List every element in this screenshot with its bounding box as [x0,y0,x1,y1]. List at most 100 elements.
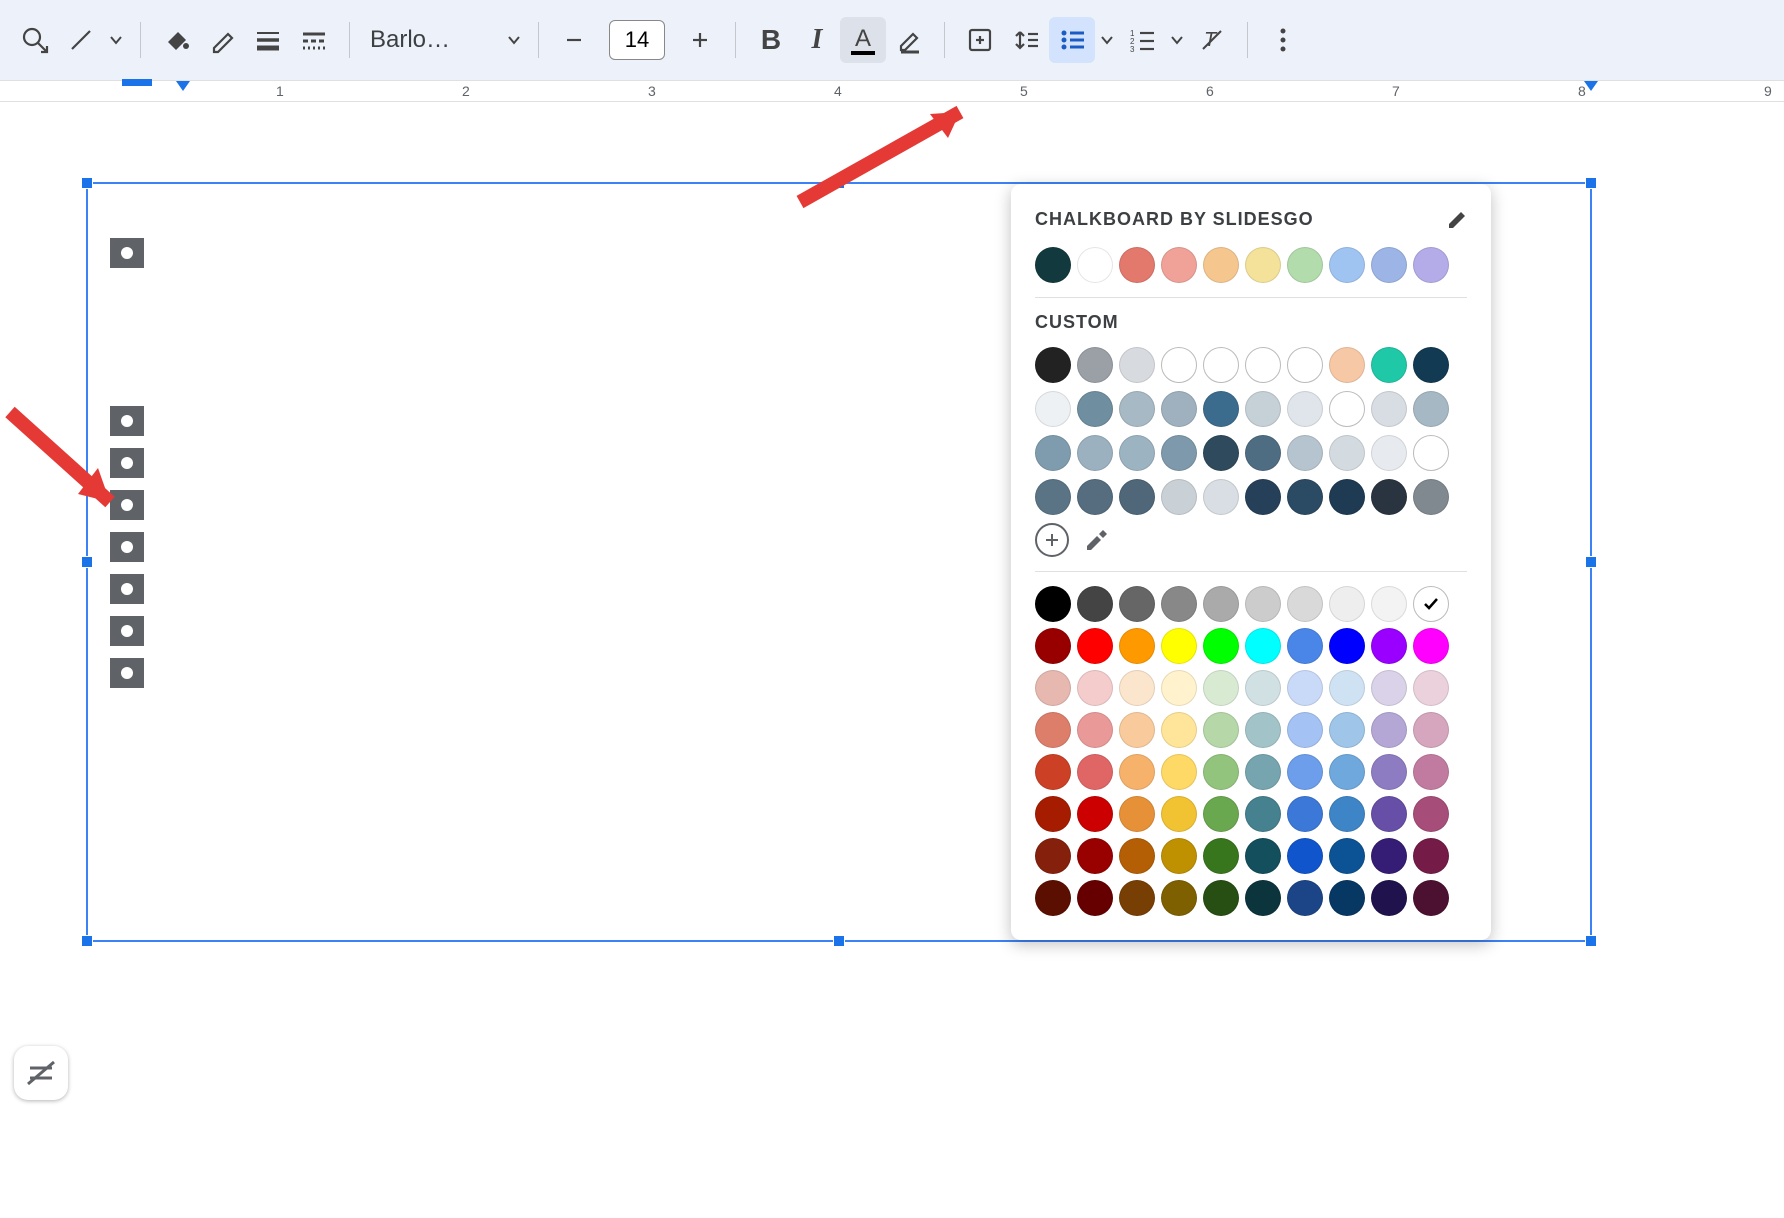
color-swatch[interactable] [1413,670,1449,706]
color-swatch[interactable] [1203,391,1239,427]
color-swatch[interactable] [1161,347,1197,383]
font-family-dropdown[interactable] [502,17,526,63]
color-swatch[interactable] [1203,838,1239,874]
clear-formatting-button[interactable]: T [1189,17,1235,63]
color-swatch[interactable] [1119,880,1155,916]
color-swatch[interactable] [1245,586,1281,622]
color-swatch[interactable] [1413,586,1449,622]
color-swatch[interactable] [1203,796,1239,832]
bulleted-list-dropdown[interactable] [1095,17,1119,63]
color-swatch[interactable] [1035,347,1071,383]
sub-list-item[interactable]: Testing [270,358,838,400]
color-swatch[interactable] [1413,880,1449,916]
color-swatch[interactable] [1413,712,1449,748]
indent-marker-first[interactable] [122,79,152,86]
color-swatch[interactable] [1119,712,1155,748]
color-swatch[interactable] [1035,838,1071,874]
color-swatch[interactable] [1119,796,1155,832]
color-swatch[interactable] [1287,754,1323,790]
list-item[interactable]: Infographic elements set in blackboard s… [110,526,838,568]
vectors-list[interactable]: Back to school background in blackboard … [110,232,838,694]
color-swatch[interactable] [1371,754,1407,790]
color-swatch[interactable] [1203,247,1239,283]
color-swatch[interactable] [1287,880,1323,916]
color-swatch[interactable] [1413,754,1449,790]
color-swatch[interactable] [1329,479,1365,515]
color-swatch[interactable] [1329,586,1365,622]
decrease-font-size[interactable] [551,17,597,63]
color-swatch[interactable] [1287,586,1323,622]
select-shape-button[interactable] [12,17,58,63]
color-swatch[interactable] [1035,880,1071,916]
color-swatch[interactable] [1035,670,1071,706]
color-swatch[interactable] [1413,247,1449,283]
color-swatch[interactable] [1203,754,1239,790]
color-swatch[interactable] [1161,479,1197,515]
color-swatch[interactable] [1245,247,1281,283]
color-swatch[interactable] [1329,754,1365,790]
color-swatch[interactable] [1035,586,1071,622]
color-swatch[interactable] [1371,435,1407,471]
color-swatch[interactable] [1287,435,1323,471]
numbered-list-dropdown[interactable] [1165,17,1189,63]
color-swatch[interactable] [1119,479,1155,515]
color-swatch[interactable] [1161,880,1197,916]
sub-list-item[interactable]: Mini list [270,274,838,316]
color-swatch[interactable] [1203,712,1239,748]
color-swatch[interactable] [1245,712,1281,748]
color-swatch[interactable] [1077,712,1113,748]
color-swatch[interactable] [1413,435,1449,471]
bulleted-list-button[interactable] [1049,17,1095,63]
color-swatch[interactable] [1245,479,1281,515]
color-swatch[interactable] [1161,586,1197,622]
color-swatch[interactable] [1329,838,1365,874]
color-swatch[interactable] [1371,838,1407,874]
list-item[interactable]: Maths realistic chalkboard background [110,400,838,442]
color-swatch[interactable] [1035,435,1071,471]
color-swatch[interactable] [1329,435,1365,471]
color-swatch[interactable] [1035,391,1071,427]
color-swatch[interactable] [1371,670,1407,706]
border-dash-button[interactable] [291,17,337,63]
line-spacing-button[interactable] [1003,17,1049,63]
color-swatch[interactable] [1161,796,1197,832]
color-swatch[interactable] [1119,754,1155,790]
color-swatch[interactable] [1329,796,1365,832]
color-swatch[interactable] [1371,628,1407,664]
color-swatch[interactable] [1371,712,1407,748]
color-swatch[interactable] [1371,880,1407,916]
color-swatch[interactable] [1077,628,1113,664]
color-swatch[interactable] [1287,838,1323,874]
color-swatch[interactable] [1077,838,1113,874]
color-swatch[interactable] [1245,628,1281,664]
eyedropper-button[interactable] [1083,526,1107,555]
color-swatch[interactable] [1203,670,1239,706]
font-family-select[interactable]: Barlo… [362,26,502,54]
color-swatch[interactable] [1077,479,1113,515]
color-swatch[interactable] [1287,247,1323,283]
color-swatch[interactable] [1371,347,1407,383]
color-swatch[interactable] [1245,880,1281,916]
color-swatch[interactable] [1119,628,1155,664]
color-swatch[interactable] [1161,754,1197,790]
line-tool-button[interactable] [58,17,104,63]
list-item[interactable]: Good idea hand drawn illustration [110,568,838,610]
color-swatch[interactable] [1119,347,1155,383]
list-item[interactable]: Back to school background in chalkboard … [110,442,838,484]
color-swatch[interactable] [1035,796,1071,832]
color-swatch[interactable] [1287,479,1323,515]
color-swatch[interactable] [1245,670,1281,706]
increase-font-size[interactable] [677,17,723,63]
color-swatch[interactable] [1077,880,1113,916]
color-swatch[interactable] [1077,754,1113,790]
color-swatch[interactable] [1371,586,1407,622]
line-tool-dropdown[interactable] [104,17,128,63]
color-swatch[interactable] [1413,347,1449,383]
list-item[interactable]: Back to school background in blackboard … [110,232,838,400]
color-swatch[interactable] [1413,628,1449,664]
list-item[interactable]: School handmade [110,872,422,906]
color-swatch[interactable] [1077,796,1113,832]
color-swatch[interactable] [1161,391,1197,427]
bold-button[interactable]: B [748,17,794,63]
color-swatch[interactable] [1245,754,1281,790]
